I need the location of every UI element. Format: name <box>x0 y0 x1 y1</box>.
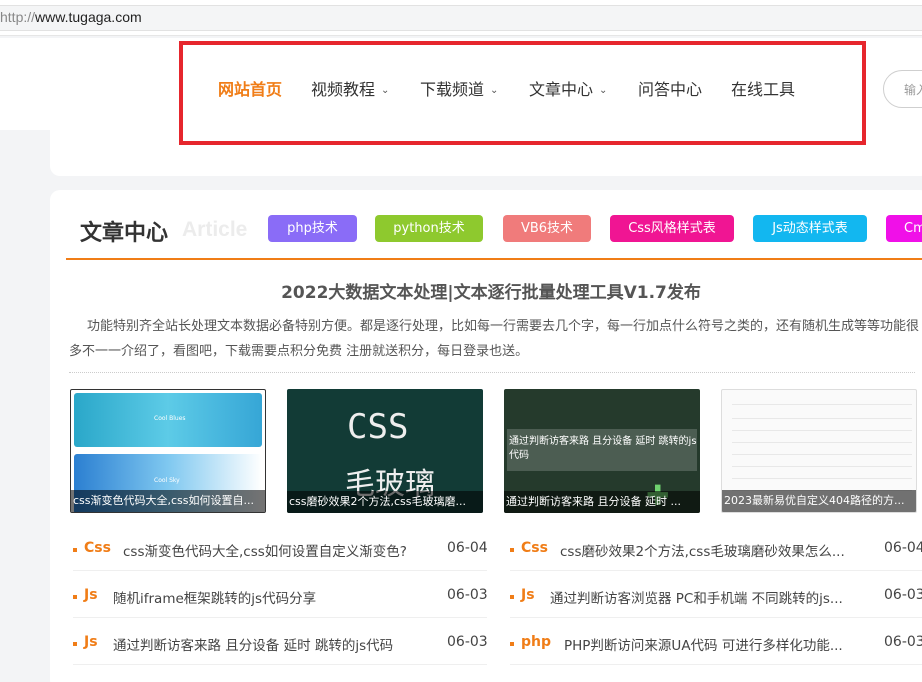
table-row-line <box>732 466 912 467</box>
search-input[interactable]: 输入 <box>883 70 922 108</box>
thumb-card[interactable]: 2023最新易优自定义404路径的方... <box>721 389 917 513</box>
url-protocol: http:// <box>0 9 36 25</box>
dotted-divider <box>69 372 915 373</box>
list-date: 06-03 <box>884 634 922 650</box>
nav-label: 问答中心 <box>638 82 703 99</box>
list-category[interactable]: Js <box>84 587 98 603</box>
list-date: 06-03 <box>447 587 488 603</box>
table-row-line <box>732 454 912 455</box>
list-date: 06-03 <box>884 587 922 603</box>
list-separator <box>73 664 487 665</box>
featured-summary: 功能特别齐全站长处理文本数据必备特别方便。都是逐行处理，比如每一行需要去几个字，… <box>69 319 920 359</box>
nav-label: 网站首页 <box>218 82 283 99</box>
list-item[interactable]: Css css渐变色代码大全,css如何设置自定义渐变色? 06-04 <box>73 540 493 562</box>
tag-js[interactable]: Js动态样式表 <box>753 215 867 242</box>
list-category[interactable]: php <box>521 634 551 650</box>
nav-item-tools[interactable]: 在线工具 <box>731 76 795 100</box>
bullet <box>510 548 514 552</box>
table-row-line <box>732 478 912 479</box>
list-separator <box>510 617 922 618</box>
bullet <box>73 595 77 599</box>
list-title[interactable]: 通过判断访客来路 且分设备 延时 跳转的js代码 <box>113 634 433 654</box>
list-title[interactable]: 随机iframe框架跳转的js代码分享 <box>113 587 433 607</box>
list-separator <box>73 617 487 618</box>
list-separator <box>73 570 487 571</box>
thumb-caption: 2023最新易优自定义404路径的方... <box>722 490 916 512</box>
chevron-down-icon: ⌄ <box>599 85 608 96</box>
bullet <box>73 642 77 646</box>
thumb-card[interactable]: CSS 毛玻璃 css磨砂效果2个方法,css毛玻璃磨... <box>287 389 483 513</box>
tag-vb6[interactable]: VB6技术 <box>503 215 591 242</box>
thumb-art-text: 通过判断访客来路 且分设备 延时 跳转的js代码 <box>509 436 697 461</box>
list-item[interactable]: php PHP判断访问来源UA代码 可进行多样化功能... 06-03 <box>510 634 922 656</box>
table-row-line <box>732 442 912 443</box>
table-row-line <box>732 430 912 431</box>
thumb-card[interactable]: Cool Blues Cool Sky css渐变色代码大全,css如何设置自.… <box>70 389 266 513</box>
bullet <box>510 595 514 599</box>
bullet <box>73 548 77 552</box>
list-category[interactable]: Css <box>521 540 548 556</box>
chevron-down-icon: ⌄ <box>381 85 390 96</box>
main-nav: 网站首页 视频教程 ⌄ 下载频道 ⌄ 文章中心 ⌄ 问答中心 在线工具 输入 <box>0 38 922 130</box>
list-date: 06-04 <box>447 540 488 556</box>
chevron-down-icon: ⌄ <box>490 85 499 96</box>
table-row-line <box>732 418 912 419</box>
header-card-bottom <box>50 120 922 176</box>
list-title[interactable]: PHP判断访问来源UA代码 可进行多样化功能... <box>564 634 864 654</box>
nav-item-download[interactable]: 下载频道 ⌄ <box>420 76 498 100</box>
thumb-caption: css磨砂效果2个方法,css毛玻璃磨... <box>287 491 483 513</box>
browser-url-bar: http://www.tugaga.com <box>0 0 922 36</box>
thumb-caption: 通过判断访客来路 且分设备 延时 ... <box>504 491 700 513</box>
section-title-en: Article <box>182 218 248 241</box>
nav-item-home[interactable]: 网站首页 <box>218 76 282 100</box>
list-item[interactable]: Js 通过判断访客来路 且分设备 延时 跳转的js代码 06-03 <box>73 634 493 656</box>
list-separator <box>510 664 922 665</box>
list-item[interactable]: Js 随机iframe框架跳转的js代码分享 06-03 <box>73 587 493 609</box>
list-date: 06-04 <box>884 540 922 556</box>
tag-python[interactable]: python技术 <box>375 215 483 242</box>
featured-headline[interactable]: 2022大数据文本处理|文本逐行批量处理工具V1.7发布 <box>66 278 916 303</box>
tag-css[interactable]: Css风格样式表 <box>610 215 734 242</box>
list-category[interactable]: Js <box>521 587 535 603</box>
swatch-label: Cool Sky <box>154 477 180 484</box>
thumb-caption: css渐变色代码大全,css如何设置自... <box>71 490 265 512</box>
swatch-label: Cool Blues <box>154 415 186 422</box>
nav-label: 在线工具 <box>731 82 796 99</box>
thumb-card[interactable]: 通过判断访客来路 且分设备 延时 跳转的js代码 ✚ 通过判断访客来路 且分设备… <box>504 389 700 513</box>
list-title[interactable]: css磨砂效果2个方法,css毛玻璃磨砂效果怎么... <box>560 540 860 560</box>
section-title: 文章中心 <box>80 220 169 245</box>
nav-label: 视频教程 <box>311 82 376 99</box>
nav-label: 文章中心 <box>529 82 594 99</box>
list-date: 06-03 <box>447 634 488 650</box>
list-category[interactable]: Js <box>84 634 98 650</box>
nav-label: 下载频道 <box>420 82 485 99</box>
list-title[interactable]: css渐变色代码大全,css如何设置自定义渐变色? <box>123 540 443 560</box>
url-host: www.tugaga.com <box>35 9 142 25</box>
list-title[interactable]: 通过判断访客浏览器 PC和手机端 不同跳转的js... <box>550 587 860 607</box>
nav-item-qa[interactable]: 问答中心 <box>638 76 702 100</box>
list-separator <box>510 570 922 571</box>
url-text[interactable]: http://www.tugaga.com <box>0 9 142 25</box>
tag-cms[interactable]: Cm <box>886 215 922 242</box>
nav-item-video[interactable]: 视频教程 ⌄ <box>311 76 389 100</box>
thumb-art-text: CSS <box>347 407 409 447</box>
section-divider <box>66 258 922 260</box>
bullet <box>510 642 514 646</box>
list-item[interactable]: Css css磨砂效果2个方法,css毛玻璃磨砂效果怎么... 06-04 <box>510 540 922 562</box>
list-item[interactable]: Js 通过判断访客浏览器 PC和手机端 不同跳转的js... 06-03 <box>510 587 922 609</box>
table-row-line <box>732 404 912 405</box>
nav-item-articles[interactable]: 文章中心 ⌄ <box>529 76 607 100</box>
tag-php[interactable]: php技术 <box>268 215 357 242</box>
list-category[interactable]: Css <box>84 540 111 556</box>
